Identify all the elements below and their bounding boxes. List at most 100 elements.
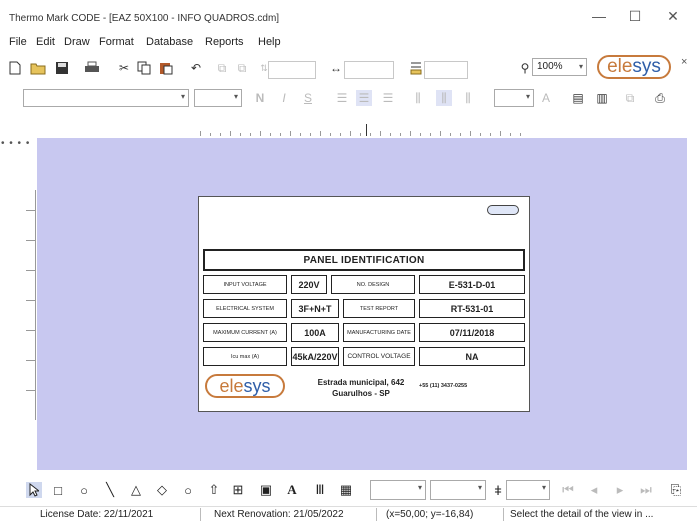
table-tool-icon[interactable]: ⊞ [230,482,246,498]
ruler-tick [450,133,451,136]
license-date: License Date: 22/11/2021 [40,509,154,520]
spec-label[interactable]: Icu max (A) [203,347,287,366]
menu-database[interactable]: Database [146,36,193,48]
copy-icon[interactable] [136,60,152,76]
phone-number[interactable]: +55 (11) 3437-0255 [419,383,523,389]
open-folder-icon[interactable] [30,60,46,76]
line-width-icon[interactable]: ǂ [490,482,506,498]
spec-label[interactable]: MAXIMUM CURRENT (A) [203,323,287,342]
ruler-tick [220,133,221,136]
color-select[interactable]: ▾ [494,89,534,107]
barcode-tool-icon[interactable]: Ⅲ [312,482,328,498]
spec-value[interactable]: 45kA/220V [291,347,339,366]
line-color-select[interactable]: ▾ [430,480,486,500]
chevron-down-icon: ▾ [477,483,482,492]
address-block[interactable]: Estrada municipal, 642 Guarulhos - SP [317,377,405,399]
width-field[interactable] [268,61,316,79]
valign-middle-icon[interactable]: ⫼ [436,90,452,106]
qrcode-tool-icon[interactable]: ▦ [338,482,354,498]
panel-header[interactable]: PANEL IDENTIFICATION [203,249,525,271]
align-center-icon[interactable]: ☰ [356,90,372,106]
fill-color-select[interactable]: ▾ [370,480,426,500]
menu-edit[interactable]: Edit [36,36,55,48]
ruler-tick [260,131,261,136]
menu-format[interactable]: Format [99,36,134,48]
spec-label[interactable]: INPUT VOLTAGE [203,275,287,294]
spec-value[interactable]: 220V [291,275,327,294]
lock-icon[interactable]: ⎙ [652,90,668,106]
zoom-select[interactable]: 100% ▾ [532,58,587,76]
underline-icon[interactable]: S [300,90,316,106]
spec-label[interactable]: ELECTRICAL SYSTEM [203,299,287,318]
line-tool-icon[interactable]: ╲ [102,482,118,498]
bring-front-icon[interactable]: ▤ [570,90,586,106]
spec-label[interactable]: CONTROL VOLTAGE [343,347,415,366]
spec-value[interactable]: NA [419,347,525,366]
bold-icon[interactable]: N [252,90,268,106]
last-page-icon[interactable]: ⏭ [638,482,654,498]
new-file-icon[interactable] [7,60,23,76]
label-elesys-logo[interactable]: ele sys [205,374,285,398]
italic-icon[interactable]: I [276,90,292,106]
arrow-tool-icon[interactable]: ⇧ [206,482,222,498]
rectangle-tool-icon[interactable]: □ [50,482,66,498]
menu-draw[interactable]: Draw [64,36,90,48]
menu-file[interactable]: File [9,36,27,48]
select-pointer-icon[interactable] [26,482,42,498]
cut-icon[interactable]: ✂ [116,60,132,76]
zoom-lens-icon[interactable]: ⚲ [517,60,533,76]
spec-value[interactable]: RT-531-01 [419,299,525,318]
save-icon[interactable] [54,60,70,76]
text-tool-icon[interactable]: A [284,482,300,498]
maximize-button[interactable]: ☐ [620,6,650,26]
spec-label[interactable]: NO. DESIGN [331,275,415,294]
label-page[interactable]: PANEL IDENTIFICATION INPUT VOLTAGE 220V … [198,196,530,412]
font-family-select[interactable]: ▾ [23,89,189,107]
image-tool-icon[interactable]: ▣ [258,482,274,498]
ruler-tick [26,240,36,241]
valign-bottom-icon[interactable]: ⫼ [460,90,476,106]
line-width-select[interactable]: ▾ [506,480,550,500]
group-icon[interactable]: ⧉ [622,90,638,106]
label-hanger-shape[interactable] [487,205,519,215]
toolbar-close-icon[interactable]: × [681,56,687,68]
spec-label[interactable]: MANUFACTURING DATE [343,323,415,342]
circle-tool-icon[interactable]: ○ [180,482,196,498]
menu-reports[interactable]: Reports [205,36,244,48]
spec-value[interactable]: 07/11/2018 [419,323,525,342]
ruler-tick [520,133,521,136]
valign-top-icon[interactable]: ⫼ [410,90,426,106]
text-color-icon[interactable]: A [538,90,554,106]
chevron-down-icon: ▾ [525,92,530,101]
height-field[interactable] [344,61,394,79]
cursor-coordinates: (x=50,00; y=-16,84) [386,509,474,520]
align-right-icon[interactable]: ☰ [380,90,396,106]
document-properties-icon[interactable]: ⎘ [668,482,684,498]
print-icon[interactable] [84,60,100,76]
spec-label[interactable]: TEST REPORT [343,299,415,318]
menu-help[interactable]: Help [258,36,281,48]
triangle-tool-icon[interactable]: △ [128,482,144,498]
close-button[interactable]: ✕ [658,6,688,26]
spec-value[interactable]: 100A [291,323,339,342]
next-renovation: Next Renovation: 21/05/2022 [214,509,344,520]
undo-icon[interactable]: ↶ [188,60,204,76]
paste-icon[interactable] [158,60,174,76]
align-icon[interactable]: ⧉ [214,60,230,76]
spacing-field[interactable] [424,61,468,79]
ellipse-tool-icon[interactable]: ○ [76,482,92,498]
horizontal-size-icon[interactable]: ↔ [328,60,344,76]
first-page-icon[interactable]: ⏮ [560,482,576,498]
font-size-select[interactable]: ▾ [194,89,242,107]
minimize-button[interactable]: — [584,6,614,26]
diamond-tool-icon[interactable]: ◇ [154,482,170,498]
align-left-icon[interactable]: ☰ [334,90,350,106]
ruler-tick [250,133,251,136]
spec-value[interactable]: E-531-D-01 [419,275,525,294]
distribute-icon[interactable]: ⧉ [234,60,250,76]
spec-value[interactable]: 3F+N+T [291,299,339,318]
send-back-icon[interactable]: ▥ [594,90,610,106]
next-page-icon[interactable]: ▸ [612,482,628,498]
previous-page-icon[interactable]: ◂ [586,482,602,498]
vertical-size-icon[interactable] [408,60,424,76]
